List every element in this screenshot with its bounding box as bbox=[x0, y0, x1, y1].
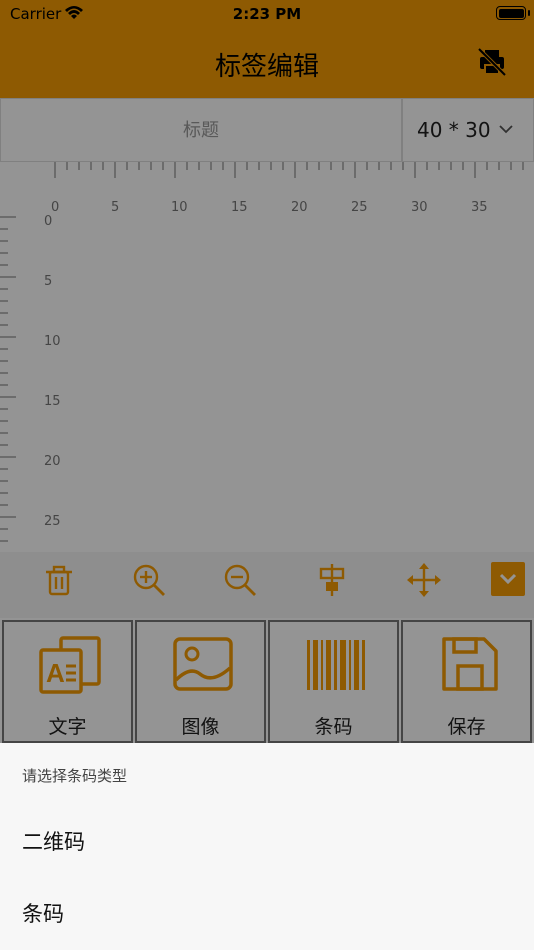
barcode-type-sheet: 请选择条码类型 二维码 条码 bbox=[0, 743, 534, 950]
sheet-title: 请选择条码类型 bbox=[22, 767, 128, 785]
option-barcode[interactable]: 条码 bbox=[0, 883, 534, 945]
option-qrcode[interactable]: 二维码 bbox=[0, 811, 534, 873]
modal-backdrop[interactable] bbox=[0, 0, 534, 743]
